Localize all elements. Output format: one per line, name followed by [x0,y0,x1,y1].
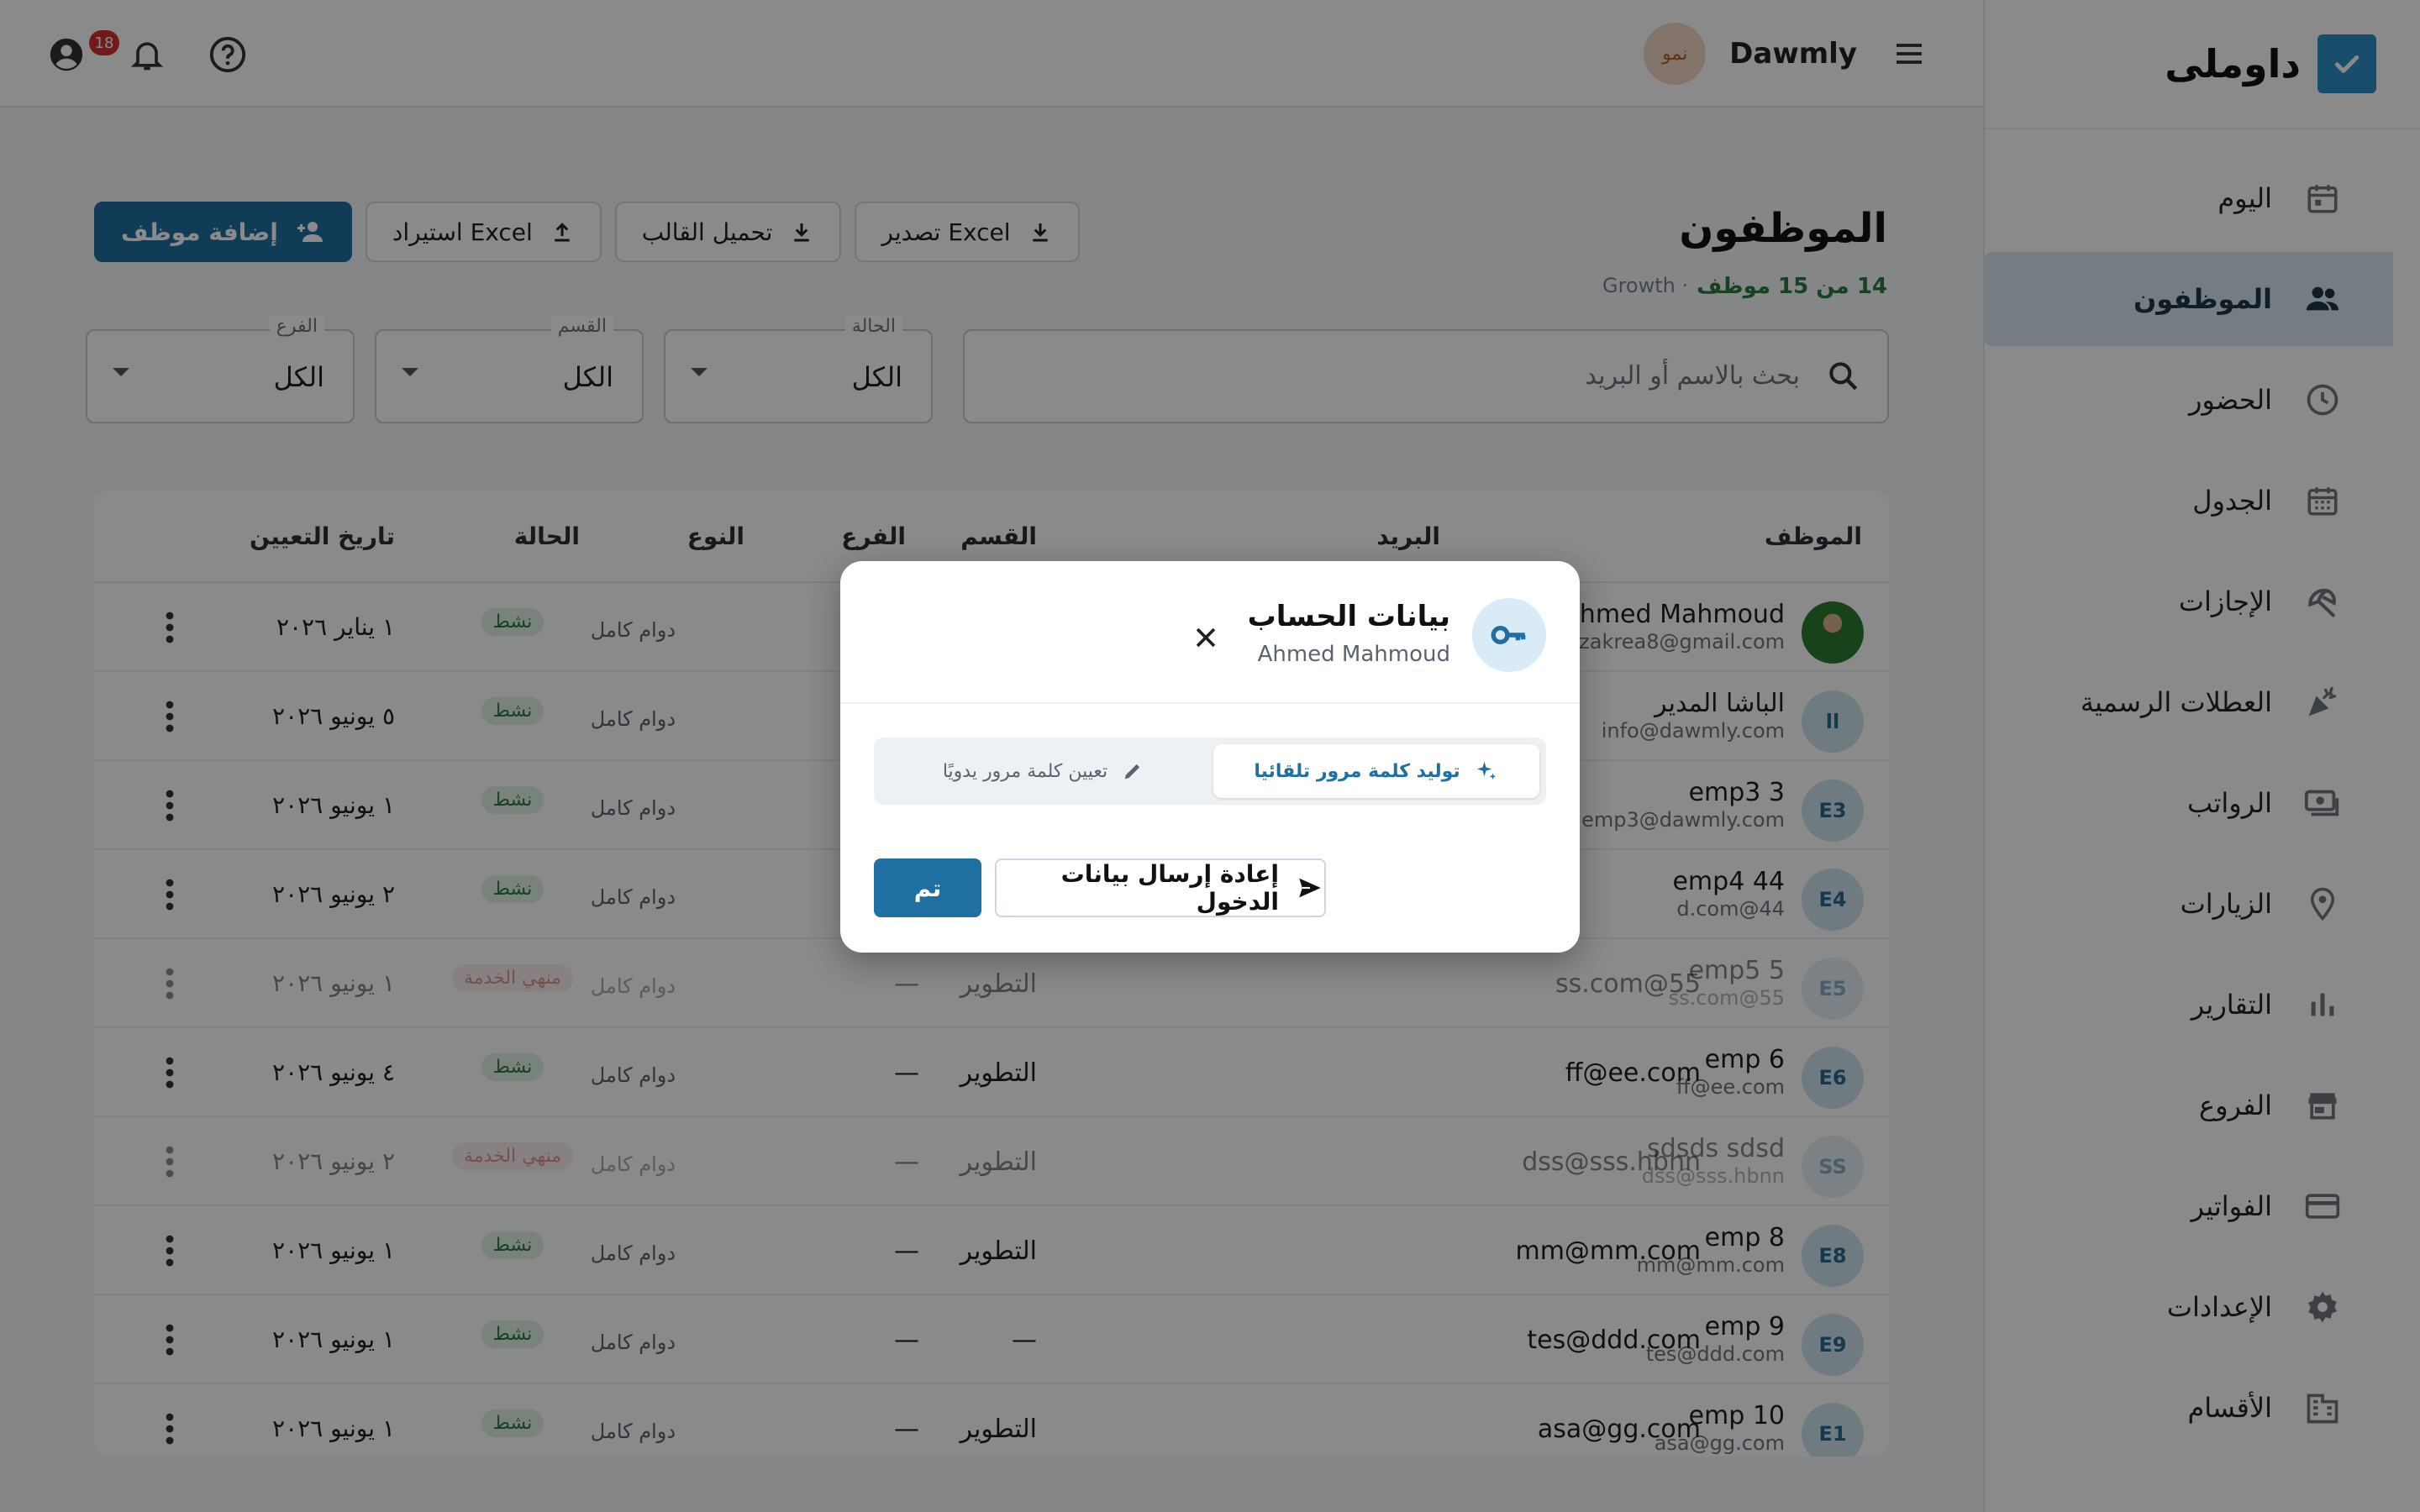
password-mode-toggle: توليد كلمة مرور تلقائيا تعيين كلمة مرور … [874,738,1546,805]
account-credentials-dialog: بيانات الحساب Ahmed Mahmoud توليد كلمة م… [840,561,1580,953]
key-icon [1472,598,1546,672]
divider [840,702,1580,704]
tab-auto-generate[interactable]: توليد كلمة مرور تلقائيا [1213,744,1539,798]
tab-manual-label: تعيين كلمة مرور يدويًا [942,760,1108,782]
tab-auto-label: توليد كلمة مرور تلقائيا [1254,760,1460,782]
done-button[interactable]: تم [874,858,981,917]
close-icon[interactable] [1185,617,1227,659]
tab-manual-set[interactable]: تعيين كلمة مرور يدويًا [881,744,1207,798]
resend-credentials-button[interactable]: إعادة إرسال بيانات الدخول [995,858,1326,917]
dialog-subtitle: Ahmed Mahmoud [1257,642,1450,667]
send-icon [1296,874,1324,902]
pencil-icon [1121,759,1144,783]
resend-label: إعادة إرسال بيانات الدخول [1060,860,1279,916]
dialog-title: بيانات الحساب [1247,600,1450,633]
sparkle-icon [1474,759,1499,784]
